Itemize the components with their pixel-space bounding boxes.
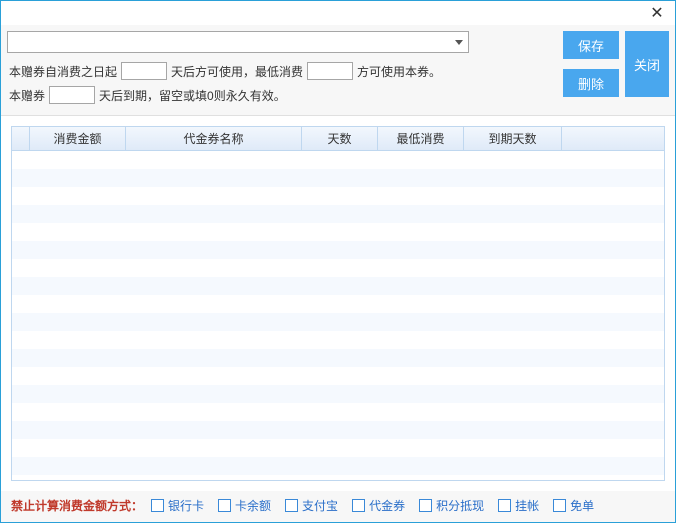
chevron-down-icon[interactable]: [450, 32, 468, 52]
chk-points-label: 积分抵现: [436, 497, 484, 514]
line2-pre: 本赠券: [9, 87, 45, 104]
table-row[interactable]: [12, 331, 664, 349]
top-panel: 本赠券自消费之日起 天后方可使用，最低消费 方可使用本券。 本赠券 天后到期，留…: [1, 25, 675, 116]
table-row[interactable]: [12, 277, 664, 295]
table-row[interactable]: [12, 439, 664, 457]
line1-mid: 天后方可使用，最低消费: [171, 63, 303, 80]
chk-card-balance[interactable]: 卡余额: [218, 497, 271, 514]
table-row[interactable]: [12, 295, 664, 313]
col-amount[interactable]: 消费金额: [30, 127, 126, 150]
table-row[interactable]: [12, 367, 664, 385]
table-row[interactable]: [12, 385, 664, 403]
window: ✕ 本赠券自消费之日起 天后方可使用，最低消费 方可使用本券。 本赠券 天后到期…: [0, 0, 676, 523]
chk-card-balance-box[interactable]: [218, 499, 231, 512]
table-header: 消费金额 代金券名称 天数 最低消费 到期天数: [12, 127, 664, 151]
table-row[interactable]: [12, 403, 664, 421]
table-row[interactable]: [12, 259, 664, 277]
footer-label: 禁止计算消费金额方式：: [11, 497, 143, 514]
chk-waive[interactable]: 免单: [553, 497, 594, 514]
titlebar: ✕: [1, 1, 675, 25]
days-expire-input[interactable]: [49, 86, 95, 104]
chk-bank-card-label: 银行卡: [168, 497, 204, 514]
chk-points-box[interactable]: [419, 499, 432, 512]
footer: 禁止计算消费金额方式： 银行卡 卡余额 支付宝 代金券 积分抵现 挂帐 免单: [1, 491, 675, 522]
close-button[interactable]: 关闭: [625, 31, 669, 97]
voucher-table: 消费金额 代金券名称 天数 最低消费 到期天数: [11, 126, 665, 481]
table-row[interactable]: [12, 313, 664, 331]
col-name[interactable]: 代金券名称: [126, 127, 302, 150]
table-row[interactable]: [12, 223, 664, 241]
button-group: 保存 删除 关闭: [563, 31, 669, 97]
chk-points[interactable]: 积分抵现: [419, 497, 484, 514]
chk-alipay-label: 支付宝: [302, 497, 338, 514]
col-days[interactable]: 天数: [302, 127, 378, 150]
chk-card-balance-label: 卡余额: [235, 497, 271, 514]
chk-waive-box[interactable]: [553, 499, 566, 512]
chk-voucher[interactable]: 代金券: [352, 497, 405, 514]
table-row[interactable]: [12, 187, 664, 205]
table-row[interactable]: [12, 349, 664, 367]
combo-input[interactable]: [8, 32, 450, 52]
col-min[interactable]: 最低消费: [378, 127, 464, 150]
table-row[interactable]: [12, 205, 664, 223]
line1-pre: 本赠券自消费之日起: [9, 63, 117, 80]
col-expire-days[interactable]: 到期天数: [464, 127, 562, 150]
chk-bank-card[interactable]: 银行卡: [151, 497, 204, 514]
table-row[interactable]: [12, 169, 664, 187]
chk-voucher-box[interactable]: [352, 499, 365, 512]
chk-credit[interactable]: 挂帐: [498, 497, 539, 514]
chk-bank-card-box[interactable]: [151, 499, 164, 512]
min-spend-input[interactable]: [307, 62, 353, 80]
save-button[interactable]: 保存: [563, 31, 619, 59]
col-extra: [562, 127, 664, 150]
chk-alipay[interactable]: 支付宝: [285, 497, 338, 514]
combo-select[interactable]: [7, 31, 469, 53]
table-row[interactable]: [12, 457, 664, 475]
col-row-handle: [12, 127, 30, 150]
chk-alipay-box[interactable]: [285, 499, 298, 512]
table-row[interactable]: [12, 421, 664, 439]
line1-post: 方可使用本券。: [357, 63, 441, 80]
table-row[interactable]: [12, 151, 664, 169]
chk-waive-label: 免单: [570, 497, 594, 514]
days-usable-input[interactable]: [121, 62, 167, 80]
table-body[interactable]: [12, 151, 664, 480]
chk-credit-box[interactable]: [498, 499, 511, 512]
chk-credit-label: 挂帐: [515, 497, 539, 514]
chk-voucher-label: 代金券: [369, 497, 405, 514]
line2-post: 天后到期，留空或填0则永久有效。: [99, 87, 286, 104]
delete-button[interactable]: 删除: [563, 69, 619, 97]
table-row[interactable]: [12, 241, 664, 259]
close-icon[interactable]: ✕: [645, 1, 669, 25]
